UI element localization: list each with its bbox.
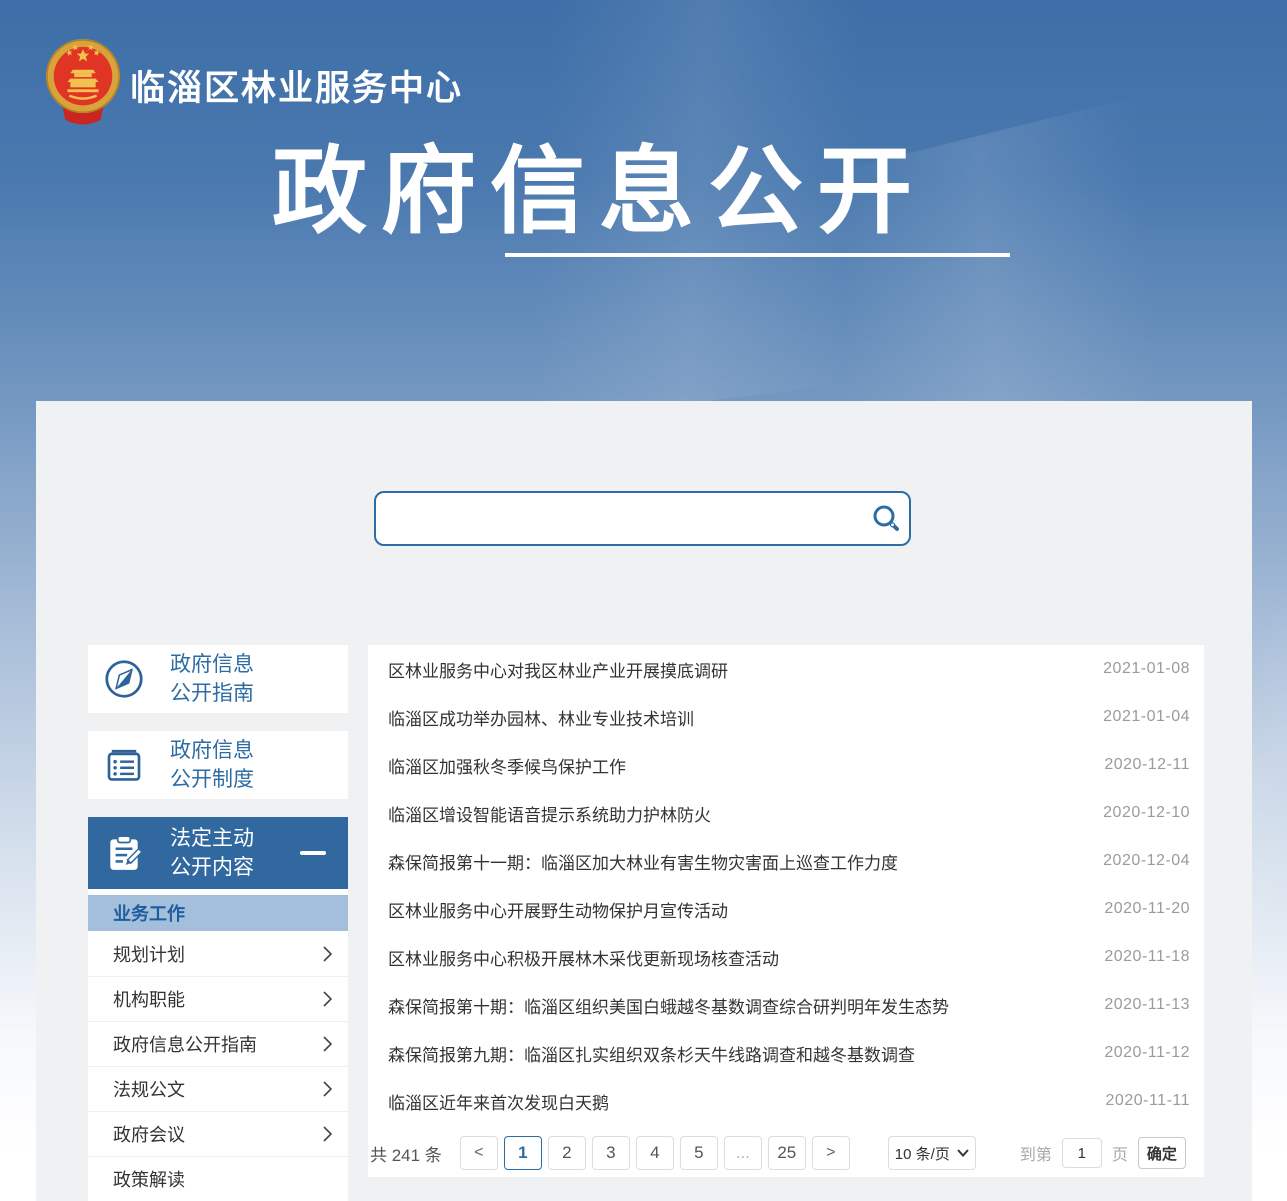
article-link[interactable]: 临淄区增设智能语音提示系统助力护林防火 xyxy=(388,801,1087,826)
sidebar-card-system[interactable]: 政府信息 公开制度 xyxy=(88,731,348,799)
page-ellipsis-button[interactable]: ... xyxy=(724,1136,762,1170)
article-link[interactable]: 森保简报第九期：临淄区扎实组织双条杉天牛线路调查和越冬基数调查 xyxy=(388,1041,1088,1066)
sidebar-item-gov-meetings[interactable]: 政府会议 xyxy=(88,1111,348,1156)
pagination-total: 共 241 条 xyxy=(370,1141,442,1166)
article-link[interactable]: 森保简报第十一期：临淄区加大林业有害生物灾害面上巡查工作力度 xyxy=(388,849,1087,874)
article-date: 2021-01-08 xyxy=(1103,660,1190,678)
confirm-button[interactable]: 确定 xyxy=(1138,1137,1186,1169)
article-link[interactable]: 临淄区成功举办园林、林业专业技术培训 xyxy=(388,705,1087,730)
sidebar-card-statutory-disclosure[interactable]: 法定主动 公开内容 xyxy=(88,817,348,889)
goto-page-unit: 页 xyxy=(1112,1141,1128,1165)
search-box xyxy=(374,491,911,546)
sidebar-card-guide[interactable]: 政府信息 公开指南 xyxy=(88,645,348,713)
article-link[interactable]: 临淄区近年来首次发现白天鹅 xyxy=(388,1089,1090,1114)
chevron-right-icon xyxy=(323,1081,332,1097)
chevron-right-icon xyxy=(323,1036,332,1052)
article-date: 2020-12-04 xyxy=(1103,852,1190,870)
chevron-down-icon xyxy=(957,1149,969,1157)
goto-page-input[interactable] xyxy=(1062,1138,1102,1168)
page-size-select[interactable]: 10 条/页 xyxy=(888,1136,976,1170)
article-date: 2020-11-18 xyxy=(1104,948,1190,966)
sidebar-item-policy-interpretation[interactable]: 政策解读 xyxy=(88,1156,348,1201)
article-row: 临淄区近年来首次发现白天鹅 2020-11-11 xyxy=(368,1077,1204,1125)
prev-page-button[interactable]: < xyxy=(460,1136,498,1170)
site-name: 临淄区林业服务中心 xyxy=(130,60,463,111)
magnifier-icon xyxy=(870,503,902,535)
article-row: 区林业服务中心开展野生动物保护月宣传活动 2020-11-20 xyxy=(368,885,1204,933)
sidebar-item-business-work[interactable]: 业务工作 xyxy=(88,895,348,931)
page-button-25[interactable]: 25 xyxy=(768,1136,806,1170)
article-link[interactable]: 区林业服务中心对我区林业产业开展摸底调研 xyxy=(388,657,1087,682)
clipboard-pencil-icon xyxy=(102,831,146,875)
document-icon xyxy=(102,743,146,787)
page-button-2[interactable]: 2 xyxy=(548,1136,586,1170)
minus-icon[interactable] xyxy=(300,851,326,855)
sidebar-submenu: 业务工作 规划计划 机构职能 政府信息公开指南 法规公文 政府会 xyxy=(88,889,348,1201)
article-row: 区林业服务中心积极开展林木采伐更新现场核查活动 2020-11-18 xyxy=(368,933,1204,981)
sidebar-card-label: 法定主动 公开内容 xyxy=(170,824,254,882)
article-link[interactable]: 区林业服务中心积极开展林木采伐更新现场核查活动 xyxy=(388,945,1088,970)
sidebar-card-label: 政府信息 公开制度 xyxy=(170,736,254,794)
page-title: 政府信息公开 xyxy=(272,138,926,247)
article-date: 2020-11-11 xyxy=(1106,1092,1190,1110)
search-input[interactable] xyxy=(376,493,863,544)
article-link[interactable]: 森保简报第十期：临淄区组织美国白蛾越冬基数调查综合研判明年发生态势 xyxy=(388,993,1088,1018)
pagination-bar: 共 241 条 < 1 2 3 4 5 ... 25 > 10 条/页 到第 页… xyxy=(368,1136,1204,1170)
page-button-5[interactable]: 5 xyxy=(680,1136,718,1170)
page-button-3[interactable]: 3 xyxy=(592,1136,630,1170)
chevron-right-icon xyxy=(323,946,332,962)
article-list: 区林业服务中心对我区林业产业开展摸底调研 2021-01-08 临淄区成功举办园… xyxy=(368,645,1204,1177)
page-button-1[interactable]: 1 xyxy=(504,1136,542,1170)
article-row: 森保简报第十期：临淄区组织美国白蛾越冬基数调查综合研判明年发生态势 2020-1… xyxy=(368,981,1204,1029)
goto-page-label: 到第 xyxy=(1020,1141,1052,1165)
article-link[interactable]: 临淄区加强秋冬季候鸟保护工作 xyxy=(388,753,1088,778)
sidebar-item-planning[interactable]: 规划计划 xyxy=(88,931,348,976)
sidebar-item-org-functions[interactable]: 机构职能 xyxy=(88,976,348,1021)
article-date: 2020-12-10 xyxy=(1103,804,1190,822)
article-date: 2020-11-12 xyxy=(1104,1044,1190,1062)
article-row: 临淄区成功举办园林、林业专业技术培训 2021-01-04 xyxy=(368,693,1204,741)
article-date: 2020-12-11 xyxy=(1104,756,1190,774)
article-date: 2020-11-20 xyxy=(1104,900,1190,918)
page-button-4[interactable]: 4 xyxy=(636,1136,674,1170)
search-button[interactable] xyxy=(863,493,909,544)
sidebar-item-disclosure-guide[interactable]: 政府信息公开指南 xyxy=(88,1021,348,1066)
article-date: 2021-01-04 xyxy=(1103,708,1190,726)
title-underline xyxy=(505,253,1010,257)
national-emblem-logo xyxy=(44,37,122,125)
chevron-right-icon xyxy=(323,1126,332,1142)
article-row: 森保简报第十一期：临淄区加大林业有害生物灾害面上巡查工作力度 2020-12-0… xyxy=(368,837,1204,885)
next-page-button[interactable]: > xyxy=(812,1136,850,1170)
chevron-right-icon xyxy=(323,991,332,1007)
article-row: 森保简报第九期：临淄区扎实组织双条杉天牛线路调查和越冬基数调查 2020-11-… xyxy=(368,1029,1204,1077)
article-row: 临淄区增设智能语音提示系统助力护林防火 2020-12-10 xyxy=(368,789,1204,837)
article-date: 2020-11-13 xyxy=(1104,996,1190,1014)
article-link[interactable]: 区林业服务中心开展野生动物保护月宣传活动 xyxy=(388,897,1088,922)
article-row: 临淄区加强秋冬季候鸟保护工作 2020-12-11 xyxy=(368,741,1204,789)
sidebar-item-regulations[interactable]: 法规公文 xyxy=(88,1066,348,1111)
page: 临淄区林业服务中心 政府信息公开 xyxy=(0,0,1287,1201)
sidebar-card-label: 政府信息 公开指南 xyxy=(170,650,254,708)
compass-icon xyxy=(102,657,146,701)
article-row: 区林业服务中心对我区林业产业开展摸底调研 2021-01-08 xyxy=(368,645,1204,693)
